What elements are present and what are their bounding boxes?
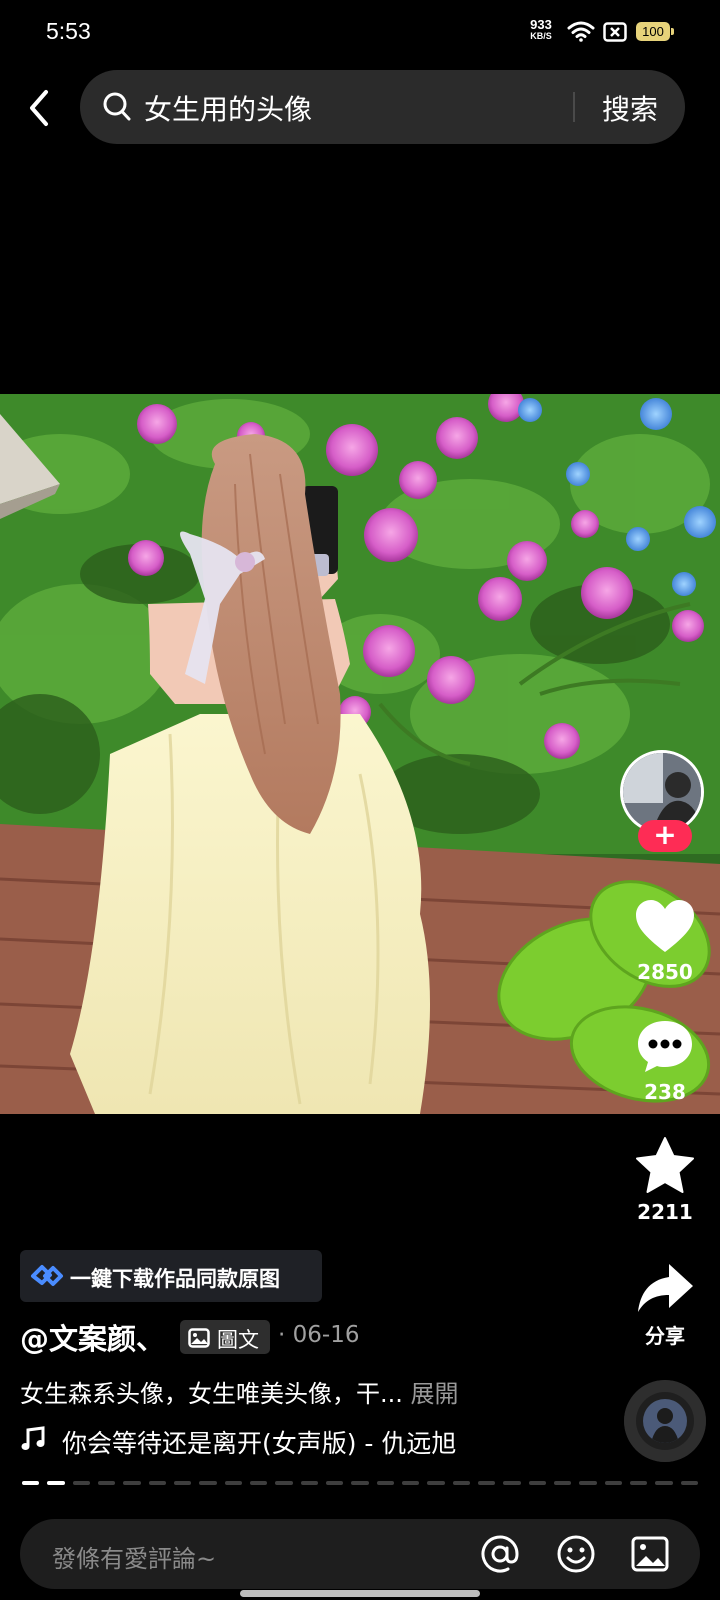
slide-dot [72, 1481, 90, 1485]
slide-dot [325, 1481, 344, 1485]
slide-dot [452, 1481, 470, 1485]
like-action[interactable]: 2850 [620, 898, 710, 984]
slide-dot [376, 1481, 394, 1485]
image-text-label: 圖文 [217, 1328, 259, 1352]
like-count: 2850 [637, 960, 693, 984]
image-text-tag: 圖文 [180, 1320, 270, 1354]
comment-icon [638, 1021, 692, 1072]
follow-button[interactable]: + [638, 820, 692, 852]
network-speed: 933 KB/S [524, 18, 558, 42]
slide-dot [300, 1481, 318, 1485]
search-query[interactable]: 女生用的头像 [144, 88, 312, 128]
slide-dot [528, 1481, 546, 1485]
download-original-button[interactable]: 一鍵下载作品同款原图 [20, 1250, 322, 1302]
network-speed-unit: KB/S [530, 31, 552, 41]
share-label: 分享 [645, 1324, 685, 1348]
music-cover [643, 1399, 687, 1443]
caption-text: 女生森系头像，女生唯美头像，干... [20, 1380, 403, 1408]
post-caption: 女生森系头像，女生唯美头像，干... 展開 [20, 1374, 459, 1409]
search-icon [103, 92, 131, 121]
slide-dot [351, 1481, 369, 1485]
post-image[interactable] [0, 394, 720, 1114]
back-arrow-icon[interactable] [22, 86, 58, 130]
comment-action[interactable]: 238 [620, 1018, 710, 1104]
slide-dot [123, 1481, 141, 1485]
comment-count: 238 [644, 1080, 686, 1104]
music-note-icon [20, 1426, 54, 1458]
no-sim-icon [603, 22, 627, 42]
download-link-icon [31, 1265, 63, 1286]
slide-dot [199, 1481, 217, 1485]
status-time: 5:53 [46, 18, 91, 44]
slide-dot [22, 1481, 40, 1485]
post-image-illustration [0, 394, 720, 1114]
star-icon [636, 1137, 694, 1193]
heart-icon [636, 900, 694, 952]
favorite-count: 2211 [637, 1200, 693, 1224]
music-disc[interactable] [624, 1380, 706, 1462]
slide-dot [680, 1481, 698, 1485]
slide-dot [427, 1481, 445, 1485]
slide-dot [579, 1481, 597, 1485]
slide-dot [173, 1481, 192, 1485]
comment-input-bar[interactable]: 發條有愛評論~ [20, 1519, 700, 1589]
slide-dot [401, 1481, 420, 1485]
author-name[interactable]: @文案颜、 [20, 1316, 165, 1358]
post-date: · 06-16 [278, 1322, 360, 1348]
music-info[interactable]: 你会等待还是离开(女声版) - 仇远旭 [20, 1424, 456, 1460]
slide-dot [477, 1481, 496, 1485]
slide-dot [224, 1481, 242, 1485]
slide-dot [275, 1481, 293, 1485]
emoji-icon[interactable] [556, 1534, 596, 1574]
status-bar: 5:53 933 KB/S 100 [0, 0, 720, 64]
slide-dot [148, 1481, 166, 1485]
download-original-label: 一鍵下载作品同款原图 [70, 1267, 280, 1291]
image-picker-icon[interactable] [630, 1534, 670, 1574]
slide-dot [249, 1481, 268, 1485]
slide-dot [97, 1481, 116, 1485]
image-icon [188, 1328, 210, 1348]
share-arrow-icon [638, 1264, 693, 1312]
favorite-action[interactable]: 2211 [620, 1136, 710, 1224]
slide-dot [629, 1481, 648, 1485]
music-title: 你会等待还是离开(女声版) - 仇远旭 [61, 1429, 457, 1458]
expand-caption-link[interactable]: 展開 [411, 1380, 459, 1408]
mention-icon[interactable] [480, 1534, 520, 1574]
share-action[interactable]: 分享 [620, 1262, 710, 1349]
battery-icon: 100 [636, 22, 674, 41]
slide-dot [553, 1481, 572, 1485]
wifi-icon [567, 21, 595, 42]
slide-indicator [22, 1481, 698, 1485]
home-indicator [240, 1590, 480, 1597]
slide-dot [47, 1481, 65, 1485]
search-button[interactable]: 搜索 [585, 88, 675, 128]
slide-dot [655, 1481, 673, 1485]
search-divider [573, 92, 575, 122]
slide-dot [604, 1481, 622, 1485]
network-speed-value: 933 [530, 17, 552, 32]
search-bar[interactable]: 女生用的头像 搜索 [80, 70, 685, 144]
comment-placeholder[interactable]: 發條有愛評論~ [52, 1539, 216, 1574]
slide-dot [503, 1481, 521, 1485]
